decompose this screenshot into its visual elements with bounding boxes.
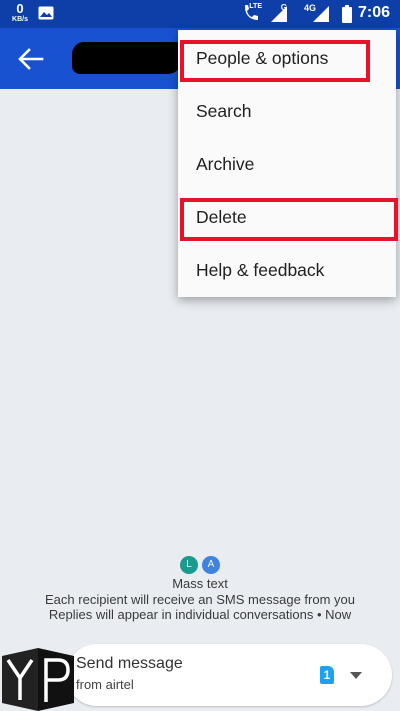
network-g-label: G [280, 3, 287, 12]
avatar: A [202, 556, 220, 574]
data-rate-unit: KB/s [12, 16, 28, 23]
status-bar: 0 KB/s LTE G 4G 7:06 [0, 0, 400, 28]
lte-label: LTE [249, 3, 262, 10]
mass-text-line-1: Each recipient will receive an SMS messa… [45, 592, 355, 607]
message-input[interactable]: Send message [76, 655, 183, 673]
image-notification-icon [38, 6, 54, 20]
mass-text-line-2: Replies will appear in individual conver… [48, 607, 352, 622]
chevron-down-icon[interactable] [350, 672, 362, 680]
clock: 7:06 [357, 4, 390, 21]
mass-text-title: Mass text [172, 576, 228, 591]
battery-icon [342, 5, 352, 23]
menu-item-search[interactable]: Search [178, 90, 396, 134]
menu-item-label: People & options [196, 48, 329, 68]
data-rate-value: 0 [16, 1, 24, 16]
compose-bar: Send message from airtel 1 [66, 644, 392, 706]
redacted-title-overlay [72, 42, 182, 74]
menu-item-delete[interactable]: Delete [178, 196, 396, 240]
menu-item-label: Help & feedback [196, 260, 325, 280]
sim-carrier-label: from airtel [76, 677, 134, 692]
watermark-logo [2, 648, 74, 711]
menu-item-label: Search [196, 101, 252, 121]
menu-item-people-options[interactable]: People & options [178, 37, 396, 81]
avatar: L [180, 556, 198, 574]
menu-item-archive[interactable]: Archive [178, 143, 396, 187]
recipient-avatars: L A [180, 556, 220, 574]
overflow-menu: People & options Search Archive Delete H… [178, 30, 396, 297]
back-arrow-icon[interactable] [16, 46, 44, 72]
network-4g-label: 4G [303, 3, 316, 13]
menu-item-label: Delete [196, 207, 247, 227]
data-rate-indicator: 0 KB/s [9, 2, 31, 23]
menu-item-label: Archive [196, 154, 255, 174]
menu-item-help-feedback[interactable]: Help & feedback [178, 249, 396, 293]
sim-selector-badge[interactable]: 1 [320, 666, 334, 684]
